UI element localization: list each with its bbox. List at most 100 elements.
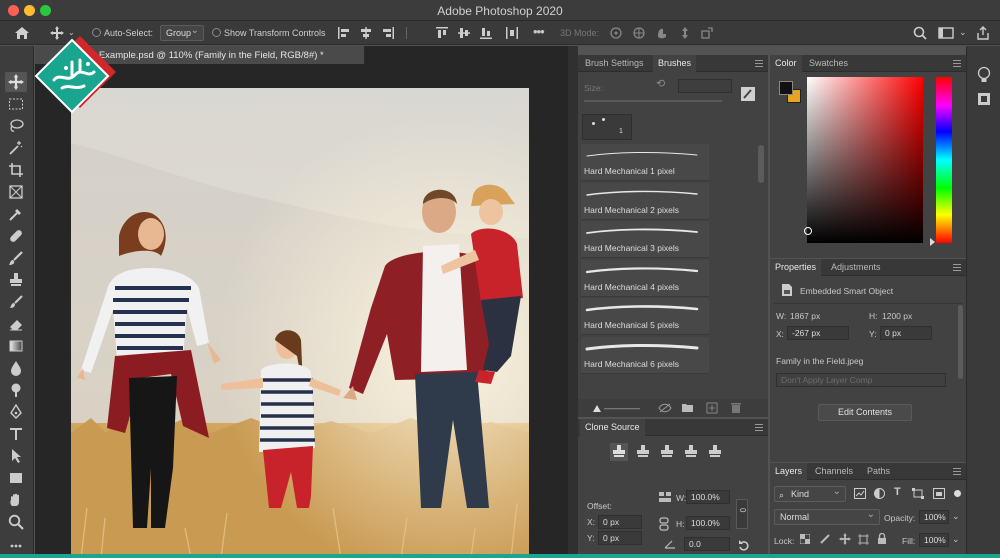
tab-properties[interactable]: Properties bbox=[770, 259, 822, 276]
lock-artboard-icon[interactable] bbox=[858, 534, 869, 547]
brush-preset-item[interactable]: Hard Mechanical 3 pixels bbox=[581, 221, 709, 258]
3d-pan-icon[interactable] bbox=[655, 26, 669, 42]
visibility-icon[interactable] bbox=[658, 403, 672, 415]
hand-tool[interactable] bbox=[5, 490, 27, 510]
panel-menu-icon[interactable] bbox=[953, 60, 961, 67]
rectangle-tool[interactable] bbox=[5, 468, 27, 488]
magic-wand-tool[interactable] bbox=[5, 138, 27, 158]
panel-menu-icon[interactable] bbox=[755, 60, 763, 67]
preview-size-slider[interactable] bbox=[592, 403, 642, 415]
align-right-icon[interactable] bbox=[382, 27, 394, 41]
color-picker-cursor[interactable] bbox=[804, 227, 812, 235]
type-tool[interactable] bbox=[5, 424, 27, 444]
3d-scale-icon[interactable] bbox=[700, 26, 714, 42]
brush-list-scrollbar[interactable] bbox=[758, 145, 764, 183]
clone-source-4-icon[interactable] bbox=[683, 443, 699, 461]
panel-collapse-strip[interactable] bbox=[568, 46, 578, 558]
workspace-chevron-icon[interactable]: ⌄ bbox=[959, 28, 967, 37]
gradient-tool[interactable] bbox=[5, 336, 27, 356]
panel-menu-icon[interactable] bbox=[953, 264, 961, 271]
tab-swatches[interactable]: Swatches bbox=[804, 55, 853, 72]
align-bottom-icon[interactable] bbox=[480, 27, 492, 41]
new-brush-icon[interactable] bbox=[740, 86, 756, 104]
foreground-color-swatch[interactable] bbox=[779, 81, 793, 95]
filter-toggle[interactable] bbox=[954, 490, 961, 497]
filter-type-icon[interactable]: T bbox=[894, 487, 901, 498]
panel-menu-icon[interactable] bbox=[755, 424, 763, 431]
path-selection-tool[interactable] bbox=[5, 446, 27, 466]
clone-stamp-tool[interactable] bbox=[5, 270, 27, 290]
fill-input[interactable]: 100% bbox=[919, 533, 949, 547]
reset-icon[interactable]: ⟲ bbox=[656, 79, 665, 90]
history-brush-tool[interactable] bbox=[5, 292, 27, 312]
tab-brushes[interactable]: Brushes bbox=[653, 55, 697, 72]
frame-offset-field[interactable]: 0 bbox=[736, 499, 748, 529]
brush-preset-thumb[interactable]: 1 bbox=[582, 114, 632, 140]
scale-w-input[interactable]: 100.0% bbox=[686, 490, 730, 504]
w-value[interactable]: 1867 px bbox=[790, 311, 820, 321]
offset-y-input[interactable]: 0 px bbox=[598, 531, 642, 545]
auto-select-mode-select[interactable]: Group bbox=[160, 24, 204, 41]
filter-smart-object-icon[interactable] bbox=[933, 488, 945, 501]
clone-source-2-icon[interactable] bbox=[635, 443, 651, 461]
link-scale-icon[interactable] bbox=[658, 491, 672, 505]
lock-all-icon[interactable] bbox=[877, 532, 887, 547]
y-input[interactable]: 0 px bbox=[880, 326, 932, 340]
brush-preset-item[interactable]: Hard Mechanical 2 pixels bbox=[581, 182, 709, 220]
align-vcenter-icon[interactable] bbox=[458, 27, 470, 41]
tab-layers[interactable]: Layers bbox=[770, 463, 808, 480]
tab-channels[interactable]: Channels bbox=[810, 463, 858, 480]
trash-icon[interactable] bbox=[730, 402, 742, 416]
folder-icon[interactable] bbox=[682, 403, 694, 415]
scale-h-input[interactable]: 100.0% bbox=[686, 516, 730, 530]
blend-mode-select[interactable]: Normal bbox=[774, 508, 880, 525]
learn-icon[interactable] bbox=[977, 66, 991, 86]
clone-source-1-icon[interactable] bbox=[610, 443, 628, 461]
home-icon[interactable] bbox=[14, 26, 30, 42]
frame-tool[interactable] bbox=[5, 182, 27, 202]
size-slider[interactable] bbox=[584, 100, 722, 102]
new-preset-icon[interactable] bbox=[706, 402, 718, 416]
distribute-icon[interactable] bbox=[506, 27, 518, 41]
brush-preset-item[interactable]: Hard Mechanical 1 pixel bbox=[581, 144, 709, 181]
workspace-icon[interactable] bbox=[938, 26, 954, 42]
clone-source-3-icon[interactable] bbox=[659, 443, 675, 461]
align-hcenter-icon[interactable] bbox=[360, 27, 372, 41]
crop-tool[interactable] bbox=[5, 160, 27, 180]
marquee-tool[interactable] bbox=[5, 94, 27, 114]
align-top-icon[interactable] bbox=[436, 27, 448, 41]
filter-adjustment-icon[interactable] bbox=[874, 488, 885, 501]
brush-preset-item[interactable]: Hard Mechanical 6 pixels bbox=[581, 336, 709, 374]
panel-menu-icon[interactable] bbox=[953, 468, 961, 475]
brush-preset-item[interactable]: Hard Mechanical 4 pixels bbox=[581, 259, 709, 297]
healing-brush-tool[interactable] bbox=[5, 226, 27, 246]
tab-brush-settings[interactable]: Brush Settings bbox=[580, 55, 649, 72]
x-input[interactable]: -267 px bbox=[787, 326, 849, 340]
filter-shape-icon[interactable] bbox=[912, 488, 924, 501]
blur-tool[interactable] bbox=[5, 358, 27, 378]
layer-filter-select[interactable]: ⌕ Kind bbox=[774, 485, 846, 502]
tab-clone-source[interactable]: Clone Source bbox=[580, 419, 645, 436]
move-tool[interactable] bbox=[5, 72, 27, 92]
zoom-tool[interactable] bbox=[5, 512, 27, 532]
libraries-icon[interactable] bbox=[977, 92, 991, 108]
angle-input[interactable]: 0.0 bbox=[684, 537, 730, 551]
align-left-icon[interactable] bbox=[338, 27, 350, 41]
eraser-tool[interactable] bbox=[5, 314, 27, 334]
lock-pixels-icon[interactable] bbox=[820, 534, 830, 546]
tab-adjustments[interactable]: Adjustments bbox=[826, 259, 886, 276]
opacity-chevron-icon[interactable]: ⌄ bbox=[952, 512, 960, 521]
clone-source-5-icon[interactable] bbox=[707, 443, 723, 461]
more-tools-icon[interactable] bbox=[5, 536, 27, 556]
reset-transform-icon[interactable] bbox=[738, 539, 750, 553]
hue-slider-thumb[interactable] bbox=[930, 238, 935, 246]
dodge-tool[interactable] bbox=[5, 380, 27, 400]
offset-x-input[interactable]: 0 px bbox=[598, 515, 642, 529]
h-value[interactable]: 1200 px bbox=[882, 311, 912, 321]
brush-preset-item[interactable]: Hard Mechanical 5 pixels bbox=[581, 298, 709, 335]
show-transform-checkbox[interactable]: Show Transform Controls bbox=[212, 21, 326, 45]
layer-comp-select[interactable]: Don't Apply Layer Comp bbox=[776, 373, 946, 387]
hue-slider[interactable] bbox=[936, 77, 952, 243]
lock-position-icon[interactable] bbox=[839, 533, 851, 547]
link-icon[interactable] bbox=[658, 517, 670, 533]
